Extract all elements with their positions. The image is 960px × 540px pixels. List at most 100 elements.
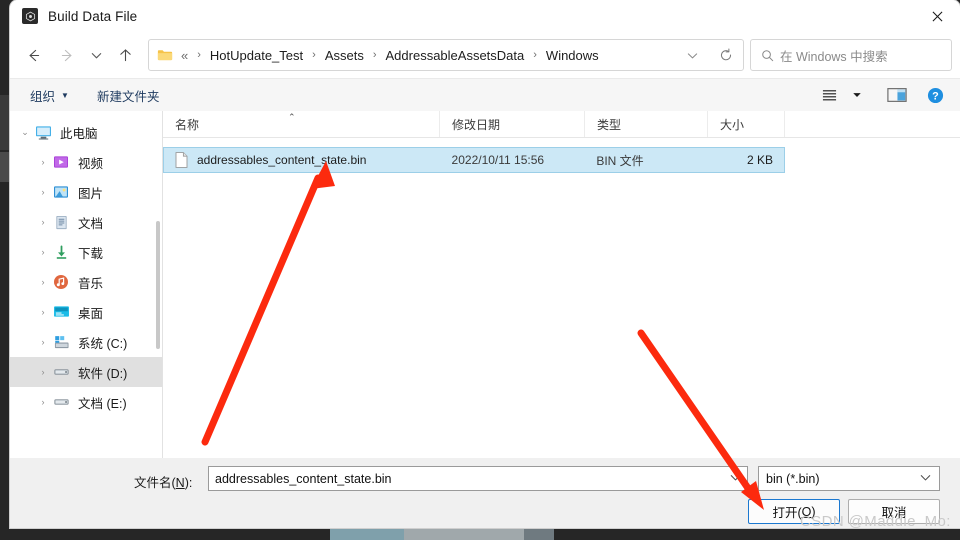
chevron-right-icon[interactable]: › — [34, 367, 52, 377]
close-button[interactable] — [914, 0, 960, 32]
chevron-down-icon[interactable] — [675, 41, 709, 69]
sidebar-item-system-c[interactable]: › 系统 (C:) — [10, 327, 162, 357]
taskbar-item-3[interactable] — [524, 528, 554, 540]
breadcrumb-item-hotupdate-test[interactable]: HotUpdate_Test — [208, 48, 305, 63]
column-header-modified[interactable]: 修改日期 — [440, 111, 585, 137]
sidebar-item-label: 音乐 — [78, 276, 104, 291]
sidebar-item-downloads[interactable]: › 下载 — [10, 237, 162, 267]
computer-icon — [34, 123, 52, 141]
watermark: CSDN @Maddie_Mo: — [800, 513, 951, 530]
chevron-right-icon[interactable]: › — [34, 307, 52, 317]
file-list-pane: 名称 ⌃ 修改日期 类型 大小 addressables_content_sta… — [163, 111, 960, 458]
organize-label: 组织 — [30, 89, 56, 104]
sidebar-item-label: 软件 (D:) — [78, 366, 128, 381]
unity-icon — [22, 8, 38, 24]
column-header-name[interactable]: 名称 ⌃ — [163, 111, 440, 137]
title-bar: Build Data File — [10, 0, 960, 32]
music-icon — [52, 273, 70, 291]
arrow-right-icon — [61, 49, 71, 61]
breadcrumb-item-assets[interactable]: Assets — [323, 48, 366, 63]
file-modified-cell: 2022/10/11 15:56 — [451, 153, 545, 167]
preview-pane-icon[interactable] — [884, 82, 910, 108]
command-bar-right-group: ? — [816, 79, 948, 111]
chevron-right-icon[interactable]: › — [34, 157, 52, 167]
chevron-down-icon[interactable]: ⌄ — [16, 127, 34, 138]
taskbar-item-2[interactable] — [404, 528, 524, 540]
recent-locations-button[interactable] — [84, 39, 108, 71]
breadcrumb-separator: › — [197, 49, 201, 61]
sidebar-item-label: 桌面 — [78, 306, 104, 321]
search-placeholder: 在 Windows 中搜索 — [780, 49, 888, 64]
sidebar-item-label: 文档 (E:) — [78, 396, 127, 411]
breadcrumb-root[interactable]: « — [179, 48, 190, 63]
new-folder-button[interactable]: 新建文件夹 — [97, 86, 160, 105]
dialog-body: ⌄ 此电脑 › 视频 › 图片 › 文档 › 下载 › 音乐 › 桌面 › 系统… — [10, 111, 960, 458]
filetype-select[interactable]: bin (*.bin) — [758, 466, 940, 491]
organize-button[interactable]: 组织 ▼ — [30, 86, 69, 105]
column-header-label: 修改日期 — [452, 117, 501, 132]
chevron-down-icon[interactable] — [918, 470, 933, 485]
sidebar-item-documents[interactable]: › 文档 — [10, 207, 162, 237]
chevron-right-icon[interactable]: › — [34, 277, 52, 287]
chevron-down-icon[interactable] — [728, 470, 743, 485]
chevron-right-icon[interactable]: › — [34, 217, 52, 227]
file-name-label: addressables_content_state.bin — [197, 153, 367, 167]
column-header-label: 类型 — [597, 117, 622, 132]
navigation-pane: ⌄ 此电脑 › 视频 › 图片 › 文档 › 下载 › 音乐 › 桌面 › 系统… — [10, 111, 162, 458]
chevron-right-icon[interactable]: › — [34, 187, 52, 197]
back-button[interactable] — [16, 39, 50, 71]
drive-icon — [52, 363, 70, 381]
pictures-icon — [52, 183, 70, 201]
sidebar-item-documents-e[interactable]: › 文档 (E:) — [10, 387, 162, 417]
up-button[interactable] — [108, 39, 142, 71]
column-header-size[interactable]: 大小 — [708, 111, 785, 137]
breadcrumb-separator: › — [312, 49, 316, 61]
sidebar-item-label: 视频 — [78, 156, 104, 171]
folder-icon — [157, 48, 173, 62]
desktop-icon — [52, 303, 70, 321]
column-header-type[interactable]: 类型 — [585, 111, 708, 137]
column-header-row: 名称 ⌃ 修改日期 类型 大小 — [163, 111, 960, 138]
sidebar-item-label: 系统 (C:) — [78, 336, 128, 351]
filename-input[interactable]: addressables_content_state.bin — [208, 466, 748, 491]
sidebar-item-music[interactable]: › 音乐 — [10, 267, 162, 297]
file-open-dialog: Build Data File « › HotUpdate_Test › Ass… — [10, 0, 960, 528]
breadcrumb-item-addressableassetsdata[interactable]: AddressableAssetsData — [384, 48, 527, 63]
sidebar-scrollbar[interactable] — [156, 221, 160, 349]
list-view-icon[interactable] — [816, 82, 842, 108]
documents-icon — [52, 213, 70, 231]
sidebar-item-software-d[interactable]: › 软件 (D:) — [10, 357, 162, 387]
forward-button[interactable] — [50, 39, 84, 71]
filename-label-pre: 文件名( — [134, 476, 176, 490]
view-options-chevron-down-icon[interactable] — [844, 82, 870, 108]
chevron-right-icon[interactable]: › — [34, 397, 52, 407]
taskbar-item-1[interactable] — [330, 528, 405, 540]
search-input[interactable]: 在 Windows 中搜索 — [750, 39, 952, 71]
window-title: Build Data File — [48, 8, 138, 24]
drive-icon — [52, 393, 70, 411]
sort-ascending-icon: ⌃ — [288, 112, 296, 122]
system-drive-icon — [52, 333, 70, 351]
refresh-icon[interactable] — [709, 41, 743, 69]
filename-label-accesskey: N — [175, 476, 185, 490]
filename-label: 文件名(N): — [134, 472, 192, 491]
sidebar-item-desktop[interactable]: › 桌面 — [10, 297, 162, 327]
column-header-label: 名称 — [175, 117, 200, 132]
column-header-label: 大小 — [720, 117, 745, 132]
table-row[interactable]: addressables_content_state.bin 2022/10/1… — [163, 147, 785, 173]
chevron-down-icon: ▼ — [61, 90, 69, 100]
chevron-right-icon[interactable]: › — [34, 337, 52, 347]
breadcrumb-item-windows[interactable]: Windows — [544, 48, 601, 63]
bin-file-icon — [175, 152, 188, 168]
help-icon[interactable]: ? — [922, 82, 948, 108]
sidebar-item-videos[interactable]: › 视频 — [10, 147, 162, 177]
sidebar-item-pictures[interactable]: › 图片 — [10, 177, 162, 207]
address-bar[interactable]: « › HotUpdate_Test › Assets › Addressabl… — [148, 39, 744, 71]
arrow-left-icon — [29, 49, 39, 61]
navigation-bar: « › HotUpdate_Test › Assets › Addressabl… — [10, 32, 960, 78]
sidebar-item-label: 文档 — [78, 216, 104, 231]
file-name-cell: addressables_content_state.bin — [164, 152, 440, 168]
arrow-up-icon — [119, 48, 131, 61]
chevron-right-icon[interactable]: › — [34, 247, 52, 257]
sidebar-item-this-pc[interactable]: ⌄ 此电脑 — [10, 117, 162, 147]
